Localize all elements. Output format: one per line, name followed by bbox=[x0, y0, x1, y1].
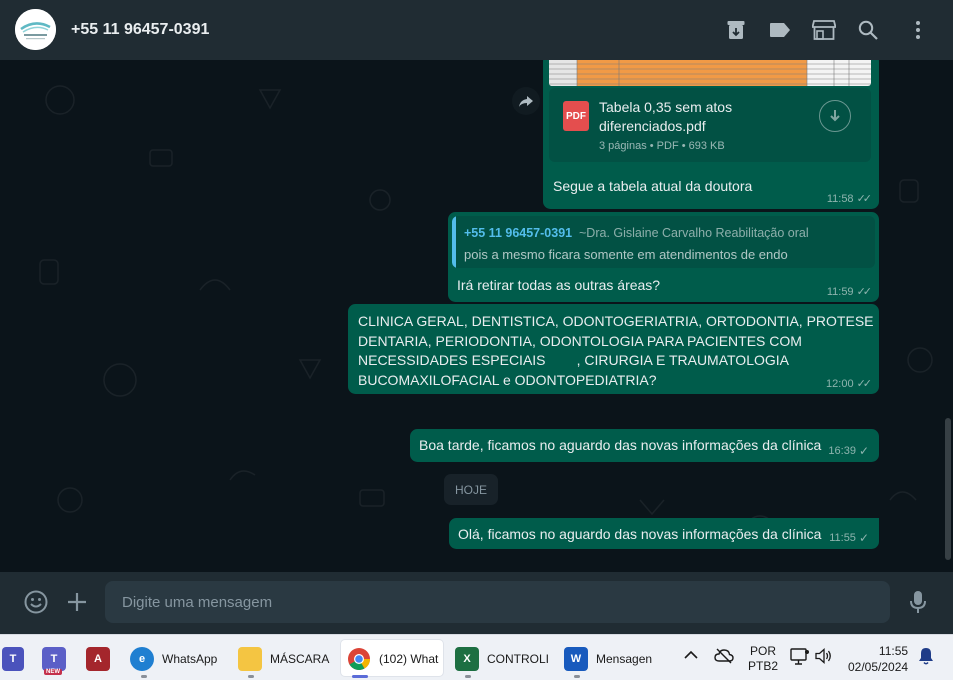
search-icon[interactable] bbox=[854, 16, 882, 44]
day-divider: HOJE bbox=[444, 474, 498, 505]
display-icon[interactable] bbox=[790, 648, 810, 669]
chrome-icon bbox=[348, 648, 370, 670]
notification-bell-icon[interactable] bbox=[918, 647, 934, 668]
download-arrow-icon bbox=[830, 110, 840, 122]
message-time: 16:39 ✓ bbox=[828, 444, 869, 458]
quote-text: pois a mesmo ficara somente em atendimen… bbox=[464, 247, 788, 262]
keyboard-layout: PTB2 bbox=[748, 659, 779, 673]
taskbar-excel[interactable]: X CONTROLI bbox=[455, 643, 549, 675]
document-meta: 3 páginas • PDF • 693 KB bbox=[599, 140, 725, 152]
chat-header: +55 11 96457-0391 bbox=[0, 0, 953, 60]
taskbar-chrome[interactable]: (102) What bbox=[347, 643, 438, 675]
taskbar-access[interactable]: A bbox=[86, 643, 118, 675]
new-badge: NEW bbox=[44, 669, 62, 675]
message-bubble-document[interactable]: PDF Tabela 0,35 sem atos diferenciados.p… bbox=[543, 60, 879, 209]
spreadsheet-preview-icon bbox=[549, 60, 871, 86]
message-text: Olá, ficamos no aguardo das novas inform… bbox=[458, 526, 822, 542]
message-time: 11:58 ✓✓ bbox=[826, 192, 873, 206]
message-time: 12:00 ✓✓ bbox=[826, 377, 873, 391]
emoji-icon[interactable] bbox=[22, 588, 50, 616]
message-bubble-text[interactable]: Boa tarde, ficamos no aguardo das novas … bbox=[410, 429, 879, 462]
message-text: Segue a tabela atual da doutora bbox=[553, 178, 753, 194]
message-text: Boa tarde, ficamos no aguardo das novas … bbox=[419, 437, 822, 453]
message-text: CLINICA GERAL, DENTISTICA, ODONTOGERIATR… bbox=[358, 313, 878, 388]
message-composer bbox=[0, 572, 953, 634]
taskbar-mascara[interactable]: MÁSCARA bbox=[238, 643, 329, 675]
chat-scrollbar[interactable] bbox=[945, 418, 951, 560]
word-icon: W bbox=[564, 647, 588, 671]
access-icon: A bbox=[86, 647, 110, 671]
document-filename: Tabela 0,35 sem atos diferenciados.pdf bbox=[599, 99, 733, 134]
message-time: 11:55 ✓ bbox=[829, 531, 869, 545]
message-input[interactable] bbox=[105, 581, 890, 623]
single-check-icon: ✓ bbox=[858, 444, 869, 458]
cloud-offline-icon[interactable] bbox=[714, 648, 734, 667]
taskbar-teams-classic[interactable]: T bbox=[2, 643, 32, 675]
avatar-logo-icon bbox=[15, 9, 56, 50]
language-code: POR bbox=[750, 644, 777, 658]
label-icon[interactable] bbox=[766, 16, 794, 44]
active-indicator bbox=[352, 675, 368, 678]
windows-taskbar: T T NEW A e WhatsApp MÁSCARA (102) What … bbox=[0, 634, 953, 680]
taskbar-label: Mensagen bbox=[596, 652, 653, 666]
running-indicator bbox=[248, 675, 254, 678]
clock-date: 02/05/2024 bbox=[848, 660, 909, 674]
message-time: 11:59 ✓✓ bbox=[826, 285, 873, 299]
taskbar-label: MÁSCARA bbox=[270, 652, 330, 666]
folder-icon bbox=[238, 647, 262, 671]
chat-area[interactable]: PDF Tabela 0,35 sem atos diferenciados.p… bbox=[0, 60, 953, 572]
system-clock[interactable]: 11:55 02/05/2024 bbox=[848, 643, 908, 675]
contact-avatar[interactable] bbox=[15, 9, 56, 50]
running-indicator bbox=[465, 675, 471, 678]
excel-icon: X bbox=[455, 647, 479, 671]
double-check-icon: ✓✓ bbox=[856, 286, 873, 298]
running-indicator bbox=[574, 675, 580, 678]
taskbar-teams-new[interactable]: T NEW bbox=[42, 643, 74, 675]
taskbar-whatsapp[interactable]: e WhatsApp bbox=[130, 643, 217, 675]
quote-author: +55 11 96457-0391 bbox=[464, 226, 573, 240]
edge-browser-icon: e bbox=[130, 647, 154, 671]
message-bubble-text[interactable]: CLINICA GERAL, DENTISTICA, ODONTOGERIATR… bbox=[348, 304, 879, 394]
quote-accent-bar bbox=[452, 216, 456, 268]
pdf-preview-thumbnail[interactable] bbox=[549, 60, 871, 86]
chevron-up-icon[interactable] bbox=[684, 649, 698, 663]
forward-arrow-icon bbox=[519, 95, 533, 107]
taskbar-label: WhatsApp bbox=[162, 652, 218, 666]
download-button[interactable] bbox=[819, 100, 851, 132]
menu-icon[interactable] bbox=[904, 16, 932, 44]
archive-icon[interactable] bbox=[722, 16, 750, 44]
teams-new-icon: T NEW bbox=[42, 647, 66, 675]
volume-icon[interactable] bbox=[815, 648, 833, 667]
taskbar-label: CONTROLI bbox=[487, 652, 550, 666]
microphone-icon[interactable] bbox=[904, 588, 932, 616]
taskbar-label: (102) What bbox=[379, 652, 439, 666]
pdf-file-icon: PDF bbox=[563, 101, 589, 131]
language-indicator[interactable]: POR PTB2 bbox=[748, 644, 778, 674]
running-indicator bbox=[141, 675, 147, 678]
single-check-icon: ✓ bbox=[858, 531, 869, 545]
contact-name[interactable]: +55 11 96457-0391 bbox=[71, 21, 209, 39]
attach-plus-icon[interactable] bbox=[63, 588, 91, 616]
message-bubble-text[interactable]: Olá, ficamos no aguardo das novas inform… bbox=[449, 518, 879, 549]
forward-button[interactable] bbox=[512, 87, 540, 115]
double-check-icon: ✓✓ bbox=[856, 378, 873, 390]
document-card[interactable]: PDF Tabela 0,35 sem atos diferenciados.p… bbox=[549, 88, 871, 162]
quoted-message[interactable]: +55 11 96457-0391 ~Dra. Gislaine Carvalh… bbox=[452, 216, 875, 268]
teams-icon: T bbox=[2, 647, 24, 671]
message-bubble-reply[interactable]: +55 11 96457-0391 ~Dra. Gislaine Carvalh… bbox=[448, 212, 879, 302]
clock-time: 11:55 bbox=[878, 644, 909, 658]
double-check-icon: ✓✓ bbox=[856, 193, 873, 205]
taskbar-word[interactable]: W Mensagen bbox=[564, 643, 652, 675]
store-icon[interactable] bbox=[810, 16, 838, 44]
message-text: Irá retirar todas as outras áreas? bbox=[457, 277, 661, 293]
quote-author-alias: ~Dra. Gislaine Carvalho Reabilitação ora… bbox=[579, 226, 809, 240]
